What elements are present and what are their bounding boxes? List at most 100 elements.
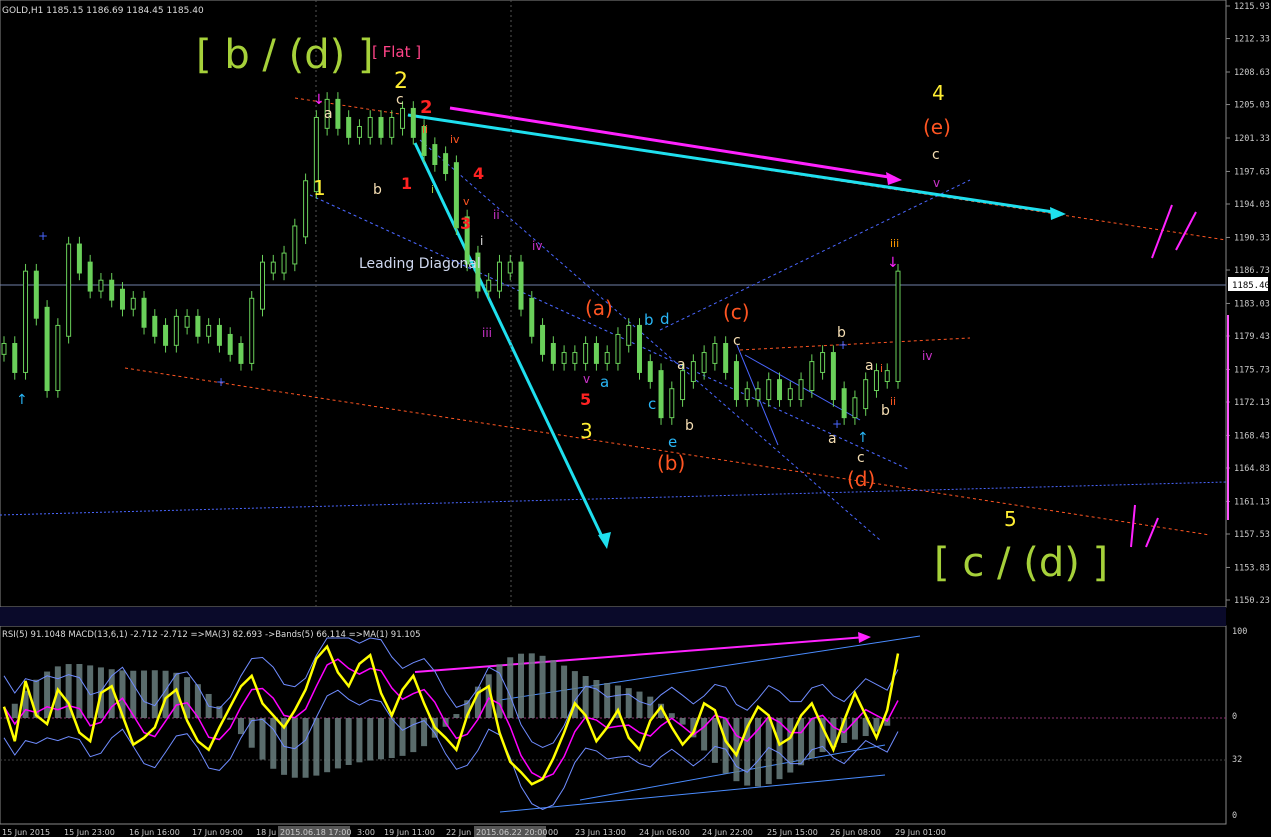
candle-body xyxy=(809,361,815,392)
roman-iv-1: iv xyxy=(450,133,460,146)
candle-body xyxy=(712,343,718,364)
time-tick-label: 15 Jun 2015 xyxy=(2,828,50,837)
price-tick-label: 1194.03 xyxy=(1234,200,1270,210)
roman-ii-right: ii xyxy=(890,395,896,408)
roman-ii-2: ii xyxy=(493,208,500,222)
time-tick-label: 29 Jun 01:00 xyxy=(895,828,946,837)
candle-body xyxy=(583,343,589,364)
wave-b-right2: b xyxy=(881,403,890,419)
macd-bar xyxy=(248,718,255,748)
candle-body xyxy=(335,98,341,129)
price-axis: 1215.93 1212.33 1208.63 1205.03 1201.33 1197.… xyxy=(1226,2,1270,606)
time-tick-label: 25 Jun 15:00 xyxy=(767,828,818,837)
roman-iv-2: iv xyxy=(532,239,542,253)
candle-body xyxy=(777,379,783,401)
candle-body xyxy=(733,361,739,401)
macd-bar xyxy=(324,718,331,773)
candle-body xyxy=(518,261,524,310)
macd-bar xyxy=(604,683,611,718)
candle-body xyxy=(195,315,201,337)
candle-body xyxy=(281,252,287,274)
macd-bar xyxy=(593,680,600,718)
wave-4-red: 4 xyxy=(473,164,484,183)
candle-body xyxy=(356,126,362,138)
candle-body xyxy=(130,297,136,310)
macd-bar xyxy=(539,655,546,718)
price-tick-label: 1161.13 xyxy=(1234,497,1270,507)
macd-bar xyxy=(367,718,374,761)
plus-marker-4: + xyxy=(832,417,842,431)
candle-body xyxy=(604,352,610,364)
down-marker-2: ↓ xyxy=(887,255,899,271)
wave-c-e: c xyxy=(932,147,940,163)
wave-2-yellow: 2 xyxy=(394,69,408,94)
macd-bar xyxy=(668,713,675,718)
macd-bar xyxy=(798,718,805,766)
macd-bar xyxy=(787,718,794,773)
candle-body xyxy=(820,352,826,373)
wave-a-right2: a xyxy=(865,358,874,374)
gold-h1-chart: 1185.40 GOLD,H1 1185.15 1186.69 1184.45 … xyxy=(0,0,1270,837)
macd-bar xyxy=(345,718,352,765)
wave-pa: (a) xyxy=(585,296,613,320)
time-tick-label: 00 xyxy=(548,828,558,837)
candle-body xyxy=(23,270,29,373)
candle-body xyxy=(529,297,535,337)
roman-v-top: v xyxy=(933,176,940,190)
candle-body xyxy=(540,324,546,355)
price-panel xyxy=(0,0,1227,608)
roman-iii-right: iii xyxy=(890,237,899,250)
roman-i-right: i xyxy=(880,362,883,375)
candle-body xyxy=(744,388,750,401)
candle-body xyxy=(723,343,729,373)
candle-body xyxy=(690,361,696,382)
price-tick-label: 1168.43 xyxy=(1234,431,1270,441)
macd-bar xyxy=(765,718,772,785)
candle-body xyxy=(561,352,567,364)
candle-body xyxy=(873,370,879,392)
wave-e-blue: e xyxy=(668,433,677,451)
wave-d-blue: d xyxy=(660,310,670,328)
candle-body xyxy=(755,388,761,401)
candle-body xyxy=(367,116,373,138)
candle-body xyxy=(400,107,406,129)
wave-a-blue: a xyxy=(600,373,609,391)
candle-body xyxy=(141,297,147,328)
candle-body xyxy=(216,324,222,346)
candle-body xyxy=(636,324,642,373)
wave-pe: (e) xyxy=(923,115,951,139)
candle-body xyxy=(173,315,179,346)
time-tick-label: 18 Ju xyxy=(256,828,276,837)
down-marker-1: ↓ xyxy=(313,92,325,108)
macd-bar xyxy=(550,660,557,718)
wave-3-yellow: 3 xyxy=(580,419,593,443)
candle-body xyxy=(44,306,50,392)
macd-bar xyxy=(701,718,708,751)
candle-body xyxy=(260,261,266,310)
time-tick-label: 2015.06.18 17:00 xyxy=(280,828,351,837)
indicator-header: RSI(5) 91.1048 MACD(13,6,1) -2.712 -2.71… xyxy=(2,630,421,640)
indicator-tick-label: 0 xyxy=(1232,811,1237,821)
time-tick-label: 26 Jun 08:00 xyxy=(830,828,881,837)
price-tick-label: 1179.43 xyxy=(1234,332,1270,342)
candle-body xyxy=(410,107,416,138)
wave-a-mid: a xyxy=(677,357,686,373)
time-tick-label: 17 Jun 09:00 xyxy=(192,828,243,837)
candle-body xyxy=(389,116,395,138)
candle-body xyxy=(12,343,18,373)
macd-bar xyxy=(377,718,384,760)
plus-marker-2: + xyxy=(216,375,226,389)
candle-body xyxy=(109,279,115,301)
up-marker-1: ↑ xyxy=(16,392,28,408)
macd-bar xyxy=(507,657,514,718)
candle-body xyxy=(87,261,93,292)
plus-marker-1: + xyxy=(38,229,48,243)
time-axis: 15 Jun 2015 15 Jun 23:00 16 Jun 16:00 17 Ju… xyxy=(2,826,946,837)
roman-ii-1: ii xyxy=(422,123,428,136)
price-tick-label: 1208.63 xyxy=(1234,68,1270,78)
macd-bar xyxy=(711,718,718,763)
macd-bar xyxy=(776,718,783,780)
wave-c-top: c xyxy=(396,92,404,108)
price-tick-label: 1164.83 xyxy=(1234,464,1270,474)
time-tick-label: 3:00 xyxy=(357,828,375,837)
